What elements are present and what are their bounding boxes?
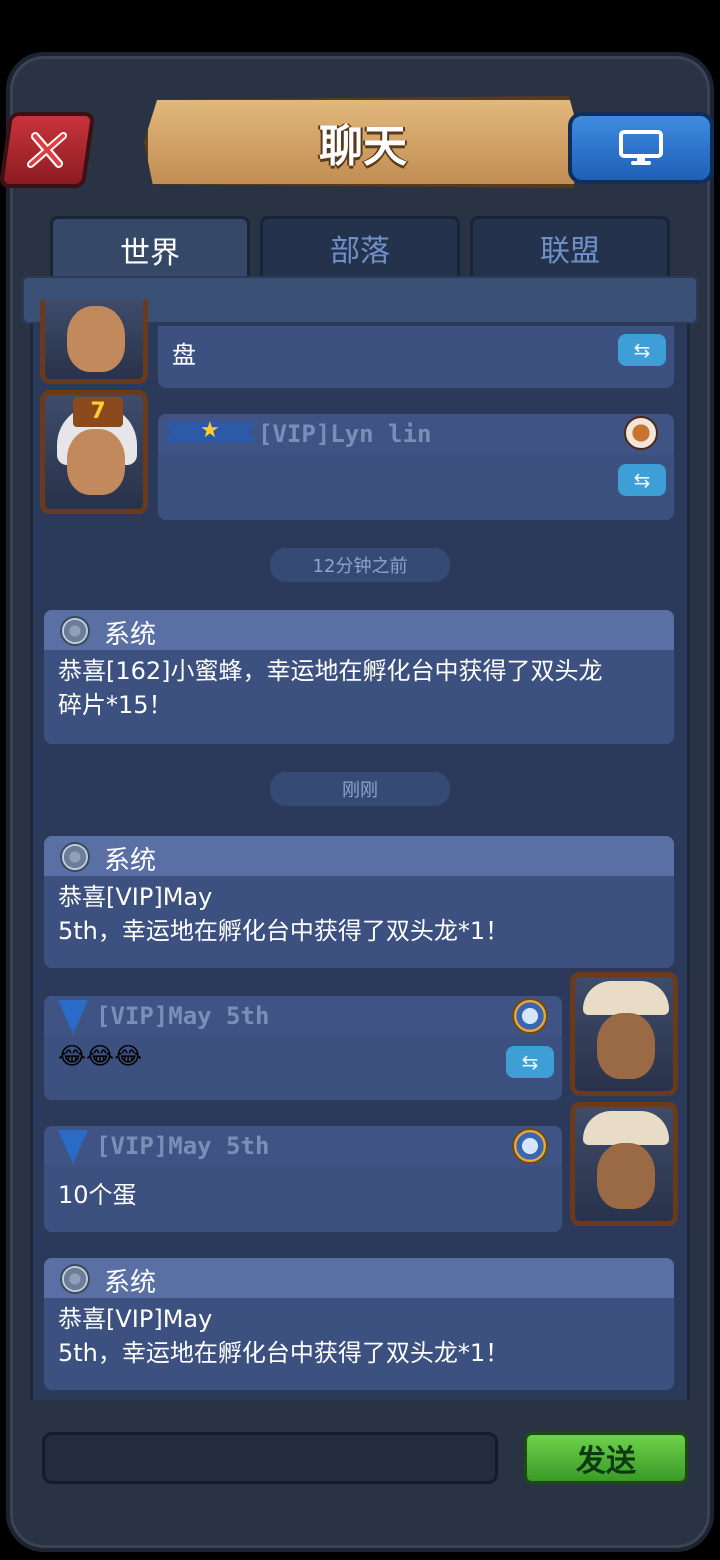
user-name[interactable]: [VIP]Lyn lin: [258, 420, 431, 448]
message-line: 恭喜[162]小蜜蜂，幸运地在孵化台中获得了双头龙: [58, 657, 603, 685]
avatar[interactable]: [40, 300, 148, 384]
badge-icon: [512, 1128, 548, 1164]
avatar-face: [597, 1013, 655, 1079]
message-line: 5th，幸运地在孵化台中获得了双头龙*1！: [58, 1339, 510, 1367]
avatar-face: [597, 1143, 655, 1209]
chat-input[interactable]: [42, 1432, 498, 1484]
tab-world[interactable]: 世界: [50, 216, 250, 280]
avatar[interactable]: 7: [40, 390, 148, 514]
timestamp: 刚刚: [270, 772, 450, 806]
system-title: 系统: [104, 846, 157, 876]
message-text: 😂😂😂: [58, 1042, 143, 1070]
system-title: 系统: [104, 620, 157, 650]
gear-icon: [60, 842, 90, 872]
gear-icon: [60, 1264, 90, 1294]
message-text: 10个蛋: [58, 1181, 137, 1209]
system-message: 系统 恭喜[VIP]May 5th，幸运地在孵化台中获得了双头龙*1！: [44, 836, 674, 968]
avatar[interactable]: [570, 1102, 678, 1226]
emblem-icon: [624, 416, 658, 450]
chat-tabs: 世界 部落 联盟: [50, 216, 670, 280]
close-icon: [26, 132, 68, 168]
tab-alliance[interactable]: 联盟: [470, 216, 670, 276]
reply-icon[interactable]: ⇆: [618, 334, 666, 366]
chat-message: [VIP]May 5th 10个蛋: [44, 1126, 562, 1232]
avatar-face: [67, 306, 125, 372]
timestamp: 12分钟之前: [270, 548, 450, 582]
level-badge: 7: [73, 397, 123, 427]
reply-icon[interactable]: ⇆: [506, 1046, 554, 1078]
chat-message: 盘 ⇆: [158, 326, 674, 388]
title-banner: 聊天: [144, 96, 582, 188]
reply-icon[interactable]: ⇆: [618, 464, 666, 496]
avatar-hat: [583, 981, 669, 1015]
page-title: 聊天: [319, 121, 407, 172]
message-text: 盘: [172, 341, 196, 369]
message-line: 恭喜[VIP]May: [58, 1305, 213, 1333]
close-button[interactable]: [0, 112, 96, 188]
system-title: 系统: [104, 1268, 157, 1298]
status-bar: [0, 0, 720, 50]
screen-toggle-button[interactable]: [568, 112, 714, 184]
message-line: 恭喜[VIP]May: [58, 883, 213, 911]
chat-message: [VIP]May 5th 😂😂😂 ⇆: [44, 996, 562, 1100]
avatar-face: [67, 429, 125, 495]
gear-icon: [60, 616, 90, 646]
avatar[interactable]: [570, 972, 678, 1096]
system-message: 系统 恭喜[VIP]May 5th，幸运地在孵化台中获得了双头龙*1！: [44, 1258, 674, 1390]
user-name[interactable]: [VIP]May 5th: [96, 1002, 269, 1030]
system-message: 系统 恭喜[162]小蜜蜂，幸运地在孵化台中获得了双头龙 碎片*15！: [44, 610, 674, 744]
send-button[interactable]: 发送: [524, 1432, 688, 1484]
message-line: 5th，幸运地在孵化台中获得了双头龙*1！: [58, 917, 510, 945]
tab-tribe[interactable]: 部落: [260, 216, 460, 276]
star-icon: ★: [200, 418, 220, 443]
monitor-icon: [619, 130, 663, 165]
message-line: 碎片*15！: [58, 691, 173, 719]
user-name[interactable]: [VIP]May 5th: [96, 1132, 269, 1160]
avatar-hat: [583, 1111, 669, 1145]
badge-icon: [512, 998, 548, 1034]
